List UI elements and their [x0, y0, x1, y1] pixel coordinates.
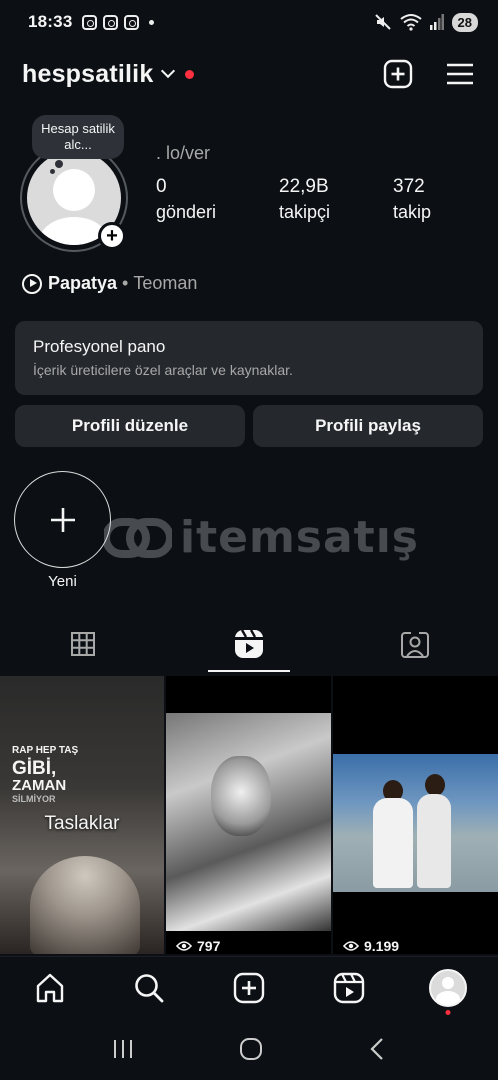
edit-profile-button[interactable]: Profili düzenle [15, 405, 245, 447]
full-name: . lo/ver [156, 143, 211, 163]
nav-search[interactable] [100, 972, 200, 1004]
grid-icon [71, 632, 95, 656]
stat-posts[interactable]: 0 gönderi [156, 176, 279, 223]
nav-reels[interactable] [299, 972, 399, 1004]
dashboard-title: Profesyonel pano [33, 337, 166, 356]
tagged-icon [401, 631, 429, 658]
stat-following[interactable]: 372 takip [393, 176, 431, 223]
instagram-notification-icon-2 [124, 14, 140, 30]
mute-icon [374, 14, 391, 30]
home-button-icon[interactable] [239, 1037, 263, 1061]
overlay-line-4: SİLMİYOR [12, 794, 56, 804]
music-separator: • [122, 273, 129, 293]
profile-actions: Profili düzenle Profili paylaş [15, 405, 483, 447]
reel-tile[interactable]: 9.199 [333, 676, 498, 954]
profile-avatar[interactable]: + [20, 144, 134, 258]
nav-home[interactable] [0, 972, 100, 1004]
reel-views: 797 [176, 938, 220, 954]
draft-thumbnail [30, 856, 140, 954]
followers-count: 22,9B [279, 176, 329, 197]
tab-tagged[interactable] [332, 616, 498, 672]
view-count: 9.199 [364, 938, 400, 954]
reel-thumbnail-subject [211, 756, 271, 836]
screenshot-notification-icon [103, 14, 119, 30]
new-highlight-label: Yeni [48, 573, 77, 590]
overlay-line-1: RAP HEP TAŞ [12, 745, 79, 756]
reel-thumbnail [333, 754, 498, 892]
recent-apps-icon[interactable] [112, 1039, 134, 1059]
account-switcher[interactable]: hespsatilik [22, 60, 153, 89]
draft-overlay-text: RAP HEP TAŞ GİBİ, ZAMAN SİLMİYOR [12, 746, 78, 804]
search-icon [135, 973, 164, 1002]
plus-square-icon [383, 59, 413, 89]
plus-square-icon [233, 972, 265, 1003]
song-artist: Teoman [133, 273, 198, 293]
eye-icon [176, 941, 192, 951]
reels-icon [333, 972, 364, 1003]
create-button[interactable] [382, 58, 414, 90]
notification-dot [445, 1009, 451, 1015]
back-icon[interactable] [368, 1037, 386, 1061]
notification-icons [82, 14, 155, 30]
watermark: itemsatış [104, 512, 419, 563]
drafts-label: Taslaklar [44, 813, 120, 834]
instagram-notification-icon [82, 14, 98, 30]
professional-dashboard-card[interactable]: Profesyonel pano İçerik üreticilere özel… [15, 321, 483, 395]
clock: 18:33 [28, 12, 73, 31]
plus-icon [50, 507, 75, 532]
posts-label: gönderi [156, 202, 217, 222]
more-notifications-icon [149, 19, 155, 25]
posts-count: 0 [156, 176, 167, 197]
reel-views: 9.199 [343, 938, 399, 954]
nav-create[interactable] [199, 972, 299, 1004]
view-count: 797 [197, 938, 221, 954]
new-highlight-circle[interactable] [14, 471, 111, 568]
play-circle-icon [22, 273, 42, 294]
tab-posts[interactable] [0, 616, 166, 672]
profile-note[interactable]: Hesap satilik alc... [32, 115, 124, 159]
overlay-line-2: GİBİ, [12, 758, 57, 779]
profile-header: hespsatilik [0, 50, 498, 98]
following-count: 372 [393, 176, 425, 197]
note-bubble-tail-small [50, 169, 55, 174]
song-title: Papatya [48, 273, 118, 293]
nav-profile[interactable] [398, 968, 498, 1015]
share-profile-button[interactable]: Profili paylaş [253, 405, 483, 447]
add-story-plus-icon[interactable]: + [98, 222, 126, 250]
reels-grid: RAP HEP TAŞ GİBİ, ZAMAN SİLMİYOR Taslakl… [0, 676, 498, 954]
bottom-navigation [0, 956, 498, 1018]
note-bubble-tail [55, 160, 63, 168]
tab-reels[interactable] [166, 616, 332, 672]
overlay-line-3: ZAMAN [12, 777, 67, 794]
profile-stats: 0 gönderi 22,9B takipçi 372 takip [156, 176, 431, 223]
hamburger-menu-icon [447, 63, 473, 85]
home-icon [36, 973, 63, 1002]
battery-indicator: 28 [451, 12, 478, 32]
menu-button[interactable] [444, 58, 476, 90]
reels-icon [235, 629, 263, 658]
signal-icon [429, 14, 444, 30]
chevron-down-icon[interactable] [161, 63, 176, 79]
reel-tile[interactable]: 797 [166, 676, 331, 954]
dashboard-subtitle: İçerik üreticilere özel araçlar ve kayna… [33, 362, 293, 378]
wifi-icon [399, 14, 422, 31]
profile-avatar-small [429, 968, 468, 1007]
watermark-text: itemsatış [180, 512, 419, 563]
notification-dot [185, 69, 195, 79]
content-tabs [0, 616, 498, 672]
system-navigation [0, 1018, 498, 1080]
drafts-tile[interactable]: RAP HEP TAŞ GİBİ, ZAMAN SİLMİYOR Taslakl… [0, 676, 164, 954]
new-highlight[interactable]: Yeni [14, 471, 111, 590]
stat-followers[interactable]: 22,9B takipçi [279, 176, 393, 223]
status-bar: 18:33 28 [0, 0, 498, 44]
following-label: takip [393, 202, 432, 222]
eye-icon [343, 941, 359, 951]
profile-music[interactable]: Papatya • Teoman [22, 273, 197, 294]
watermark-logo-icon [104, 517, 172, 558]
followers-label: takipçi [279, 202, 331, 222]
